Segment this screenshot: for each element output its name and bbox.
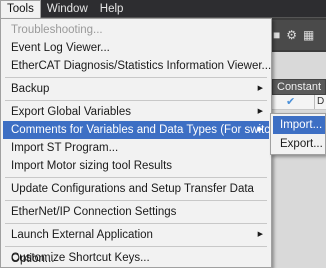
menu-item-event-log-viewer[interactable]: Event Log Viewer...	[3, 39, 269, 57]
checkmark-icon: ✔	[286, 96, 296, 108]
menu-separator	[5, 100, 267, 101]
constant-column-header[interactable]: Constant	[272, 79, 326, 95]
menu-item-backup[interactable]: Backup ▶	[3, 80, 269, 98]
menu-help[interactable]: Help	[94, 0, 130, 18]
menu-item-label: Export Global Variables	[11, 106, 131, 118]
table-cell: D	[314, 95, 326, 109]
menu-tools[interactable]: Tools	[0, 0, 41, 18]
menu-separator	[5, 223, 267, 224]
submenu-arrow-icon: ▶	[257, 108, 263, 115]
menu-item-label: Backup	[11, 83, 50, 95]
menu-item-export-global-variables[interactable]: Export Global Variables ▶	[3, 103, 269, 121]
menu-item-option[interactable]: Option...	[3, 250, 269, 268]
gear-icon[interactable]: ⚙	[286, 29, 297, 41]
grid-icon[interactable]: ▦	[303, 29, 314, 41]
menu-window[interactable]: Window	[41, 0, 94, 18]
submenu-arrow-icon: ▶	[257, 126, 263, 133]
menu-bar: Tools Window Help	[0, 0, 326, 18]
submenu-arrow-icon: ▶	[257, 231, 263, 238]
menu-separator	[5, 177, 267, 178]
menu-separator	[5, 77, 267, 78]
menu-item-comments-for-variables[interactable]: Comments for Variables and Data Types (F…	[3, 121, 296, 139]
tools-menu: Troubleshooting... Event Log Viewer... E…	[0, 18, 296, 268]
menu-item-label: Comments for Variables and Data Types (F…	[11, 124, 296, 136]
menu-item-label: Launch External Application	[11, 229, 153, 241]
submenu-arrow-icon: ▶	[257, 85, 263, 92]
table-row[interactable]: ✔ D	[272, 95, 326, 110]
menu-item-ethercat-diagnosis[interactable]: EtherCAT Diagnosis/Statistics Informatio…	[3, 57, 271, 75]
menu-item-import-motor-sizing[interactable]: Import Motor sizing tool Results	[3, 157, 269, 175]
menu-item-ethernet-ip-settings[interactable]: EtherNet/IP Connection Settings	[3, 203, 269, 221]
menu-separator	[5, 246, 267, 247]
menu-item-troubleshooting: Troubleshooting...	[11, 24, 103, 36]
menu-item-import-st-program[interactable]: Import ST Program...	[3, 139, 269, 157]
submenu-item-import[interactable]: Import...	[273, 116, 325, 134]
menu-item-update-configurations[interactable]: Update Configurations and Setup Transfer…	[3, 180, 269, 198]
menu-separator	[5, 200, 267, 201]
menu-item-launch-external-application[interactable]: Launch External Application ▶	[3, 226, 269, 244]
submenu-item-export[interactable]: Export...	[273, 135, 325, 153]
comments-submenu: Import... Export...	[270, 113, 326, 155]
app-toolbar: ■ ⚙ ▦	[265, 20, 326, 50]
puzzle-icon[interactable]: ■	[273, 29, 280, 41]
